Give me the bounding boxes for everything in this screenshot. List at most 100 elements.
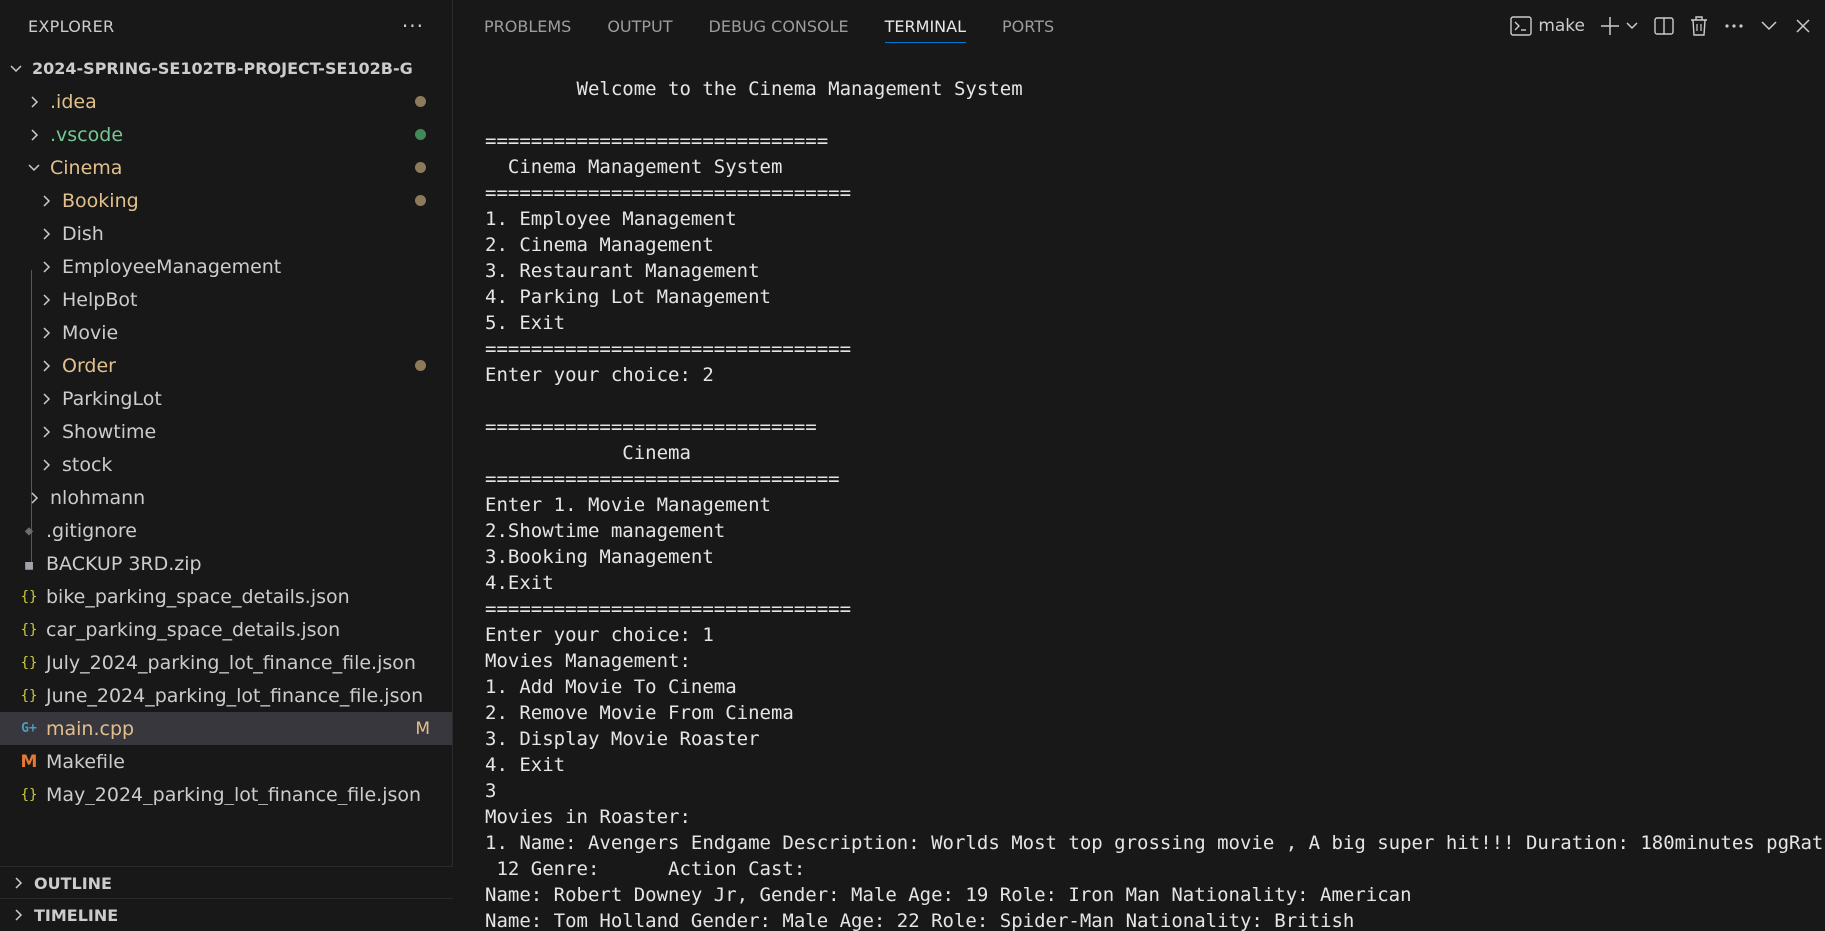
chevron-right-icon	[36, 290, 56, 310]
chevron-right-icon	[36, 323, 56, 343]
bike-parking-json[interactable]: {} bike_parking_space_details.json	[0, 580, 452, 613]
chevron-right-icon	[24, 92, 44, 112]
chevron-right-icon	[36, 389, 56, 409]
tree-item-label: EmployeeManagement	[62, 255, 282, 278]
outline-label: OUTLINE	[34, 873, 112, 893]
tab-terminal[interactable]: TERMINAL	[884, 0, 967, 52]
terminal-line: Enter 1. Movie Management	[485, 494, 771, 516]
tab-output[interactable]: OUTPUT	[607, 0, 672, 52]
terminal-line: 1. Name: Avengers Endgame Description: W…	[485, 832, 1825, 854]
timeline-section-header[interactable]: TIMELINE	[0, 898, 453, 931]
tab-problems[interactable]: PROBLEMS	[484, 0, 571, 52]
idea-folder[interactable]: .idea	[0, 85, 452, 118]
terminal-line: 3. Display Movie Roaster	[485, 728, 760, 750]
nlohmann-folder[interactable]: nlohmann	[0, 481, 452, 514]
terminal-line: 3	[485, 780, 497, 802]
terminal-line: 5. Exit	[485, 312, 566, 334]
json-icon: {}	[20, 588, 38, 605]
plus-icon	[1599, 15, 1621, 37]
cinema-folder[interactable]: Cinema	[0, 151, 452, 184]
july-finance-json[interactable]: {} July_2024_parking_lot_finance_file.jso…	[0, 646, 452, 679]
terminal-line: 1. Add Movie To Cinema	[485, 676, 737, 698]
tree-item-label: Cinema	[50, 156, 123, 179]
modified-dot-icon	[415, 195, 426, 206]
panel-actions: make	[1510, 0, 1813, 52]
gitignore-file[interactable]: ◆ .gitignore	[0, 514, 452, 547]
chevron-right-icon	[36, 191, 56, 211]
terminal-line: Cinema Management System	[485, 156, 783, 178]
employee-management-folder[interactable]: EmployeeManagement	[0, 250, 452, 283]
makefile-file[interactable]: M Makefile	[0, 745, 452, 778]
outline-section-header[interactable]: OUTLINE	[0, 866, 453, 899]
order-folder[interactable]: Order	[0, 349, 452, 382]
chevron-right-icon	[8, 873, 28, 893]
tree-item-label: .gitignore	[46, 519, 137, 542]
terminal-line: 2. Remove Movie From Cinema	[485, 702, 794, 724]
tree-item-label: HelpBot	[62, 288, 138, 311]
trash-icon[interactable]	[1689, 15, 1709, 37]
terminal-line: Enter your choice: 1	[485, 624, 714, 646]
chevron-right-icon	[36, 455, 56, 475]
helpbot-folder[interactable]: HelpBot	[0, 283, 452, 316]
terminal-line: 1. Employee Management	[485, 208, 737, 230]
modified-dot-icon	[415, 360, 426, 371]
tab-ports[interactable]: PORTS	[1002, 0, 1054, 52]
workspace-root-folder[interactable]: 2024-SPRING-SE102TB-PROJECT-SE102B-G	[0, 52, 452, 85]
car-parking-json[interactable]: {} car_parking_space_details.json	[0, 613, 452, 646]
terminal-line: Enter your choice: 2	[485, 364, 714, 386]
tree-item-label: May_2024_parking_lot_finance_file.json	[46, 783, 422, 806]
tree-item-label: stock	[62, 453, 113, 476]
terminal-line: ==============================	[485, 130, 829, 152]
backup-zip-file[interactable]: ▪ BACKUP 3RD.zip	[0, 547, 452, 580]
dish-folder[interactable]: Dish	[0, 217, 452, 250]
terminal-line: 3. Restaurant Management	[485, 260, 760, 282]
movie-folder[interactable]: Movie	[0, 316, 452, 349]
june-finance-json[interactable]: {} June_2024_parking_lot_finance_file.jso…	[0, 679, 452, 712]
terminal-line: 3.Booking Management	[485, 546, 714, 568]
stock-folder[interactable]: stock	[0, 448, 452, 481]
chevron-right-icon	[8, 905, 28, 925]
more-actions-icon[interactable]	[1723, 15, 1745, 37]
chevron-right-icon	[36, 422, 56, 442]
chevron-right-icon	[24, 125, 44, 145]
booking-folder[interactable]: Booking	[0, 184, 452, 217]
tree-item-label: main.cpp	[46, 717, 135, 740]
more-actions-icon[interactable]: ···	[402, 14, 424, 38]
terminal-line: =============================	[485, 416, 817, 438]
tree-item-label: nlohmann	[50, 486, 146, 509]
may-finance-json[interactable]: {} May_2024_parking_lot_finance_file.json	[0, 778, 452, 806]
explorer-header: EXPLORER ···	[0, 0, 452, 52]
split-terminal-icon[interactable]	[1653, 15, 1675, 37]
terminal-line: ===============================	[485, 468, 840, 490]
close-icon[interactable]	[1793, 16, 1813, 36]
terminal-line: 12 Genre: Action Cast:	[485, 858, 806, 880]
terminal-icon	[1510, 16, 1533, 36]
json-icon: {}	[20, 621, 38, 638]
git-icon: ◆	[24, 522, 34, 539]
terminal-line: 4.Exit	[485, 572, 554, 594]
tab-debug-console[interactable]: DEBUG CONSOLE	[709, 0, 849, 52]
terminal-line: Movies Management:	[485, 650, 691, 672]
terminal-line: Welcome to the Cinema Management System	[485, 78, 1023, 100]
parkinglot-folder[interactable]: ParkingLot	[0, 382, 452, 415]
panel-tabs: PROBLEMS OUTPUT DEBUG CONSOLE TERMINAL PORTS	[484, 0, 1090, 52]
vscode-folder[interactable]: .vscode	[0, 118, 452, 151]
terminal-line: 4. Parking Lot Management	[485, 286, 771, 308]
tree-item-label: .vscode	[50, 123, 124, 146]
zip-icon: ▪	[22, 551, 36, 576]
terminal-output[interactable]: Welcome to the Cinema Management System =…	[485, 76, 1825, 931]
terminal-line: ================================	[485, 338, 852, 360]
explorer-title: EXPLORER	[28, 16, 115, 36]
terminal-line: 4. Exit	[485, 754, 566, 776]
main-cpp-file[interactable]: G+ main.cpp M	[0, 712, 452, 745]
maximize-panel-chevron-icon[interactable]	[1759, 16, 1779, 36]
showtime-folder[interactable]: Showtime	[0, 415, 452, 448]
chevron-down-icon[interactable]	[1625, 19, 1639, 33]
terminal-line: ================================	[485, 598, 852, 620]
new-terminal-button[interactable]	[1599, 15, 1639, 37]
tree-item-label: Dish	[62, 222, 104, 245]
terminal-line: 2.Showtime management	[485, 520, 726, 542]
terminal-line: Cinema	[485, 442, 691, 464]
terminal-instance-selector[interactable]: make	[1510, 16, 1585, 36]
